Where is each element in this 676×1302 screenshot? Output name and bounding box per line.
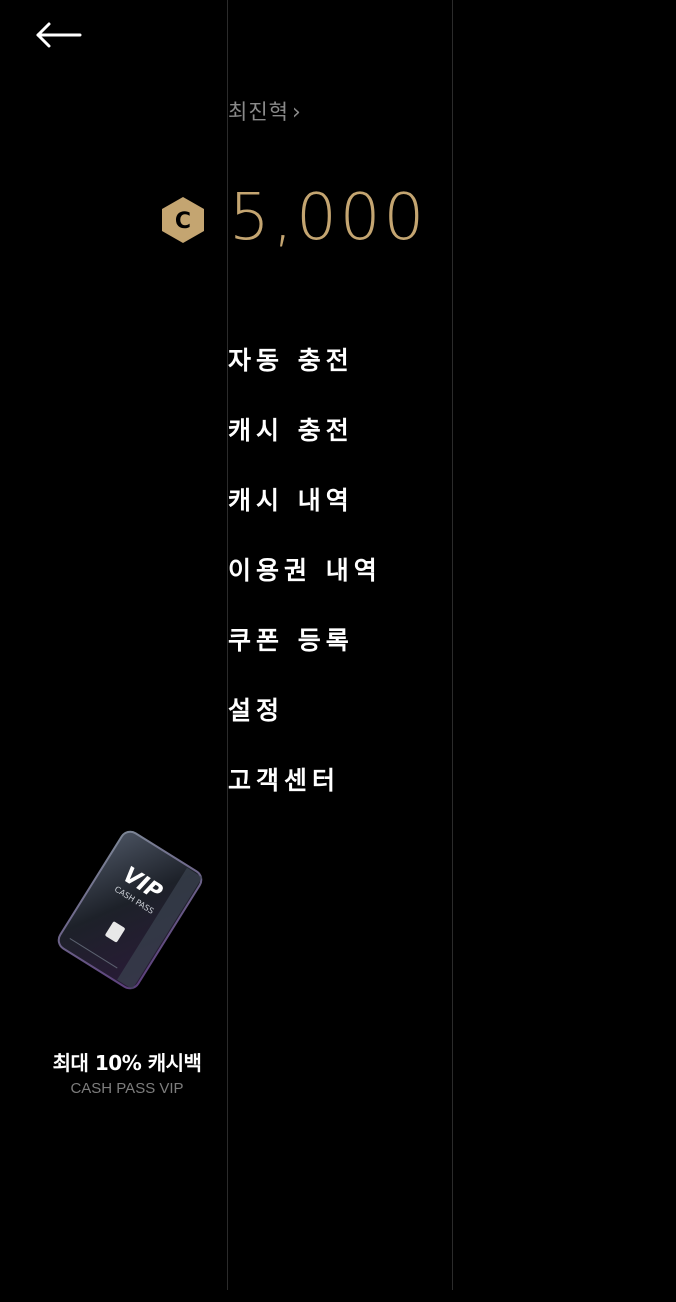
menu-item-settings[interactable]: 설정: [228, 690, 382, 760]
menu-item-pass-history[interactable]: 이용권 내역: [228, 550, 382, 620]
menu-item-cash-charge[interactable]: 캐시 충전: [228, 410, 382, 480]
promo-title: 최대 10% 캐시백: [52, 1051, 202, 1075]
arrow-left-icon: [36, 22, 82, 48]
main-menu: 자동 충전 캐시 충전 캐시 내역 이용권 내역 쿠폰 등록 설정 고객센터: [228, 340, 382, 830]
menu-item-coupon-register[interactable]: 쿠폰 등록: [228, 620, 382, 690]
cash-balance: 5,000: [229, 181, 428, 255]
chevron-right-icon: ›: [291, 100, 302, 125]
menu-item-customer-center[interactable]: 고객센터: [228, 760, 382, 830]
back-button[interactable]: [34, 18, 84, 54]
profile-name: 최진혁: [228, 100, 289, 124]
vip-card-icon: VIP CASH PASS: [57, 830, 203, 990]
promo-subtitle: CASH PASS VIP: [70, 1080, 184, 1097]
coin-letter: C: [175, 209, 191, 234]
profile-link[interactable]: 최진혁 ›: [228, 96, 302, 126]
cash-coin-icon: C: [162, 197, 204, 243]
vip-promo-banner[interactable]: VIP CASH PASS 최대 10% 캐시백 CASH PASS VIP: [22, 822, 232, 1097]
menu-item-cash-history[interactable]: 캐시 내역: [228, 480, 382, 550]
menu-item-auto-charge[interactable]: 자동 충전: [228, 340, 382, 410]
column-divider-right: [452, 0, 453, 1290]
